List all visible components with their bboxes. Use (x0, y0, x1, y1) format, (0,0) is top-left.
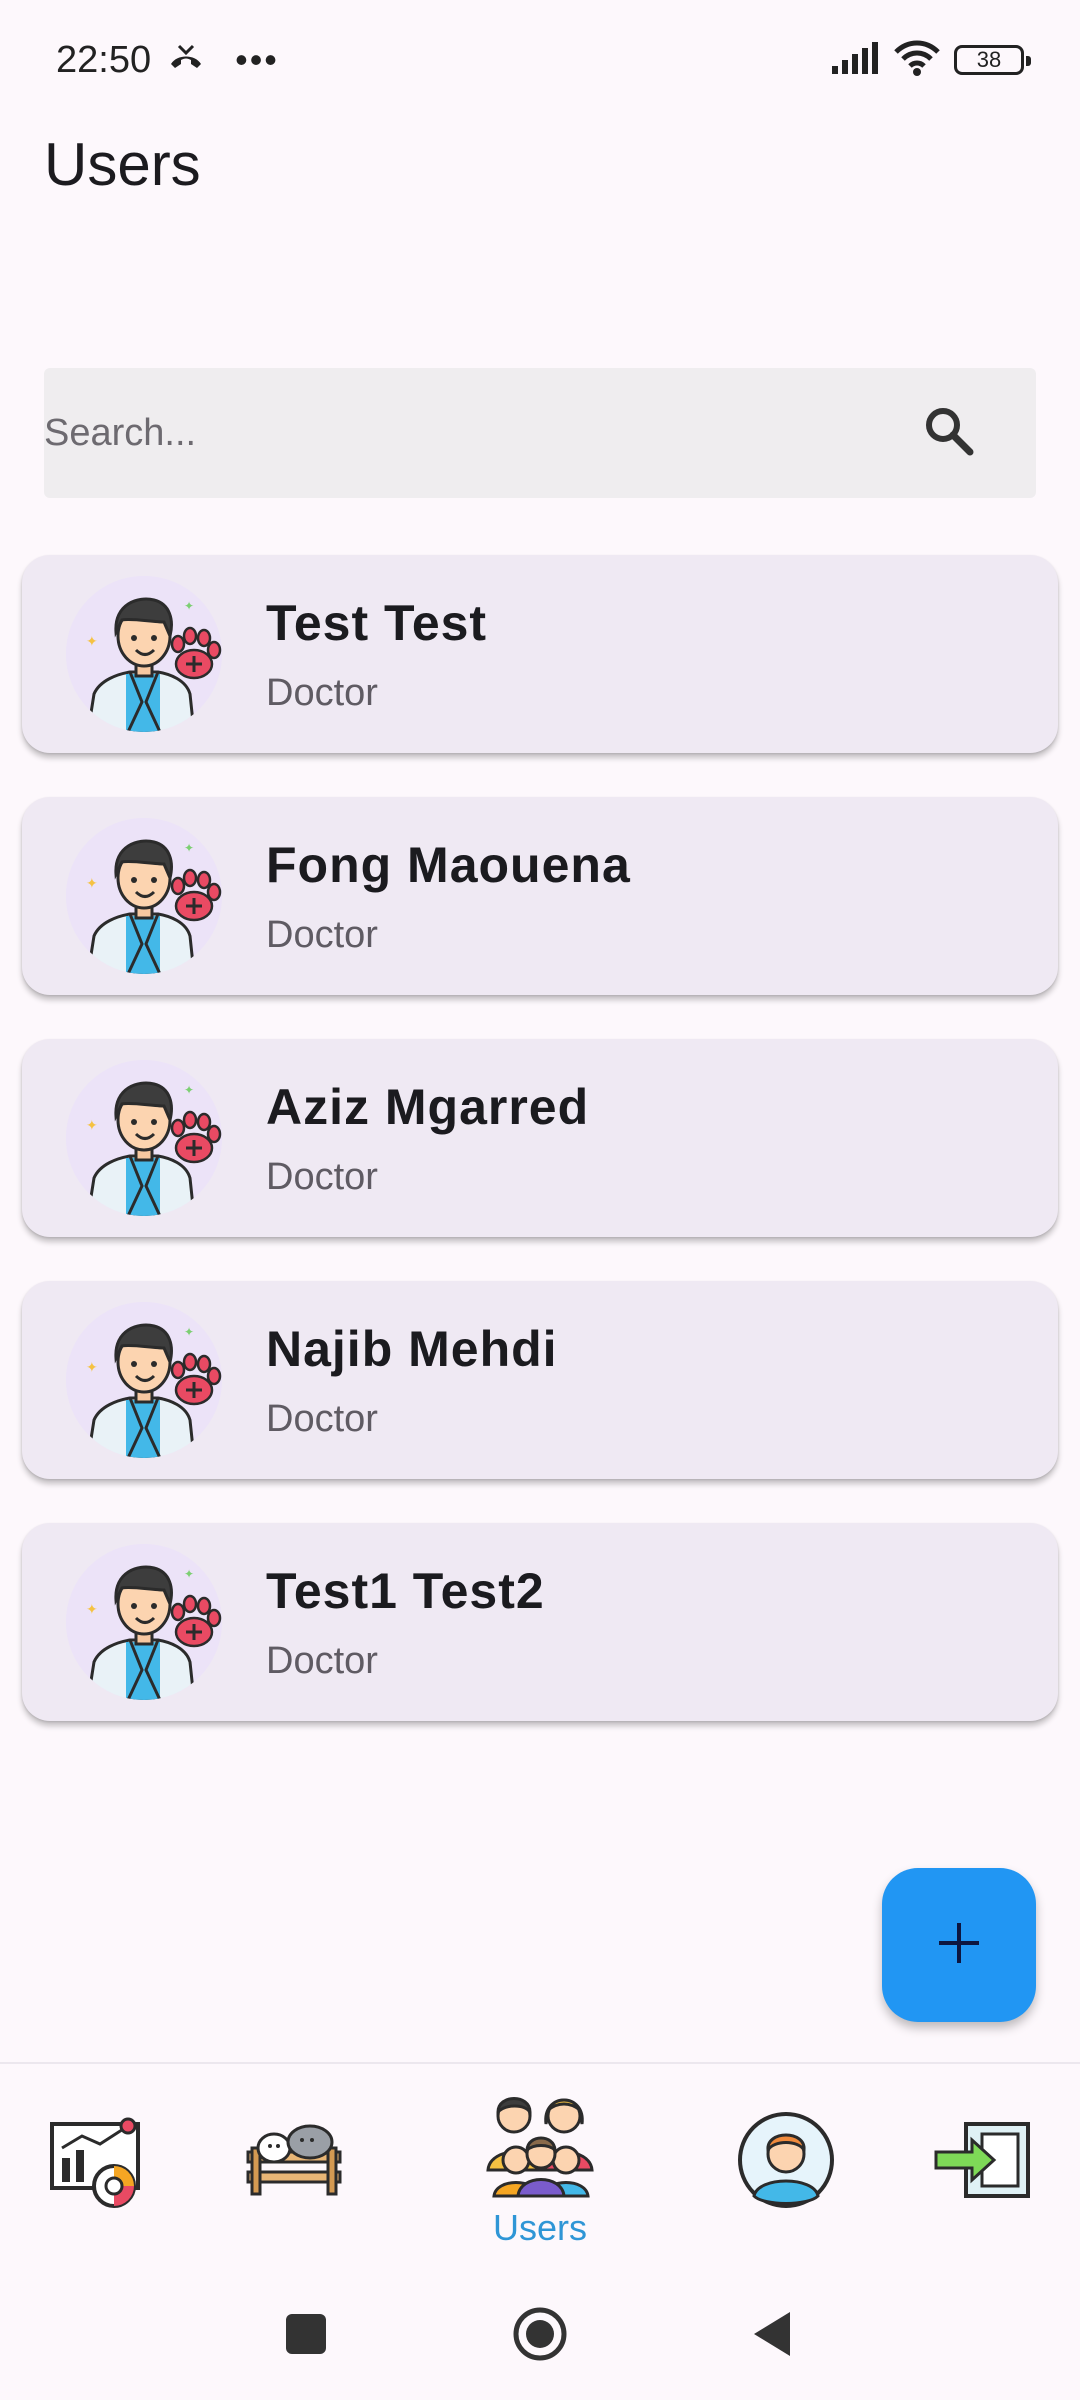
svg-text:✦: ✦ (184, 1083, 194, 1097)
battery-level: 38 (976, 47, 1002, 72)
search-icon[interactable] (922, 404, 976, 463)
plus-icon (937, 1921, 981, 1970)
logout-icon (932, 2120, 1032, 2205)
svg-text:✦: ✦ (86, 634, 98, 650)
user-role: Doctor (266, 1397, 378, 1440)
user-role: Doctor (266, 1639, 378, 1682)
search-input[interactable] (44, 368, 844, 498)
svg-text:✦: ✦ (86, 876, 98, 892)
home-button[interactable] (512, 2306, 568, 2367)
search-bar[interactable] (44, 368, 1036, 498)
doctor-avatar-icon: ✦ ✦ (66, 1302, 222, 1458)
battery-icon: 38 (954, 45, 1031, 75)
user-card[interactable]: ✦ ✦ Najib Mehdi Doctor (22, 1281, 1058, 1479)
page-title: Users (44, 131, 201, 198)
svg-text:✦: ✦ (184, 841, 194, 855)
user-role: Doctor (266, 1155, 378, 1198)
svg-text:✦: ✦ (184, 599, 194, 613)
user-card[interactable]: ✦ ✦ Fong Maouena Doctor (22, 797, 1058, 995)
user-name: Najib Mehdi (266, 1320, 558, 1377)
more-dots-icon: ••• (235, 39, 279, 80)
add-user-button[interactable] (882, 1868, 1036, 2022)
status-bar: 22:50 ••• 38 (0, 0, 1080, 120)
livestock-icon (244, 2118, 344, 2203)
user-name: Fong Maouena (266, 836, 631, 893)
signal-icon (830, 41, 880, 79)
svg-text:✦: ✦ (86, 1602, 98, 1618)
analytics-icon (48, 2114, 148, 2219)
doctor-avatar-icon: ✦ ✦ (66, 818, 222, 974)
nav-item-users[interactable]: Users (484, 2090, 596, 2249)
doctor-avatar-icon: ✦ ✦ (66, 576, 222, 732)
user-card[interactable]: ✦ ✦ Aziz Mgarred Doctor (22, 1039, 1058, 1237)
user-name: Test1 Test2 (266, 1562, 545, 1619)
doctor-avatar-icon: ✦ ✦ (66, 1544, 222, 1700)
svg-text:✦: ✦ (184, 1325, 194, 1339)
bottom-navigation: Users (0, 2062, 1080, 2270)
nav-item-profile[interactable] (736, 2110, 836, 2215)
nav-label-users: Users (492, 2207, 587, 2248)
user-role: Doctor (266, 671, 378, 714)
svg-text:✦: ✦ (86, 1360, 98, 1376)
nav-item-logout[interactable] (932, 2120, 1032, 2205)
profile-avatar-icon (736, 2110, 836, 2215)
doctor-avatar-icon: ✦ ✦ (66, 1060, 222, 1216)
nav-item-analytics[interactable] (48, 2114, 148, 2219)
wifi-icon (894, 40, 940, 81)
svg-text:✦: ✦ (184, 1567, 194, 1581)
user-name: Test Test (266, 594, 488, 651)
status-time: 22:50 (56, 38, 152, 81)
system-navigation-bar (0, 2270, 1080, 2400)
svg-text:✦: ✦ (86, 1118, 98, 1134)
nav-item-livestock[interactable] (244, 2118, 344, 2203)
user-card[interactable]: ✦ ✦ Test Test Doctor (22, 555, 1058, 753)
users-group-icon (484, 2090, 596, 2203)
user-name: Aziz Mgarred (266, 1078, 590, 1135)
recents-button[interactable] (284, 2312, 328, 2361)
back-button[interactable] (750, 2310, 794, 2363)
user-list: ✦ ✦ Test Test Doctor ✦ ✦ Fong Maouena Do… (22, 555, 1058, 1765)
user-card[interactable]: ✦ ✦ Test1 Test2 Doctor (22, 1523, 1058, 1721)
missed-call-icon (167, 39, 205, 82)
user-role: Doctor (266, 913, 378, 956)
